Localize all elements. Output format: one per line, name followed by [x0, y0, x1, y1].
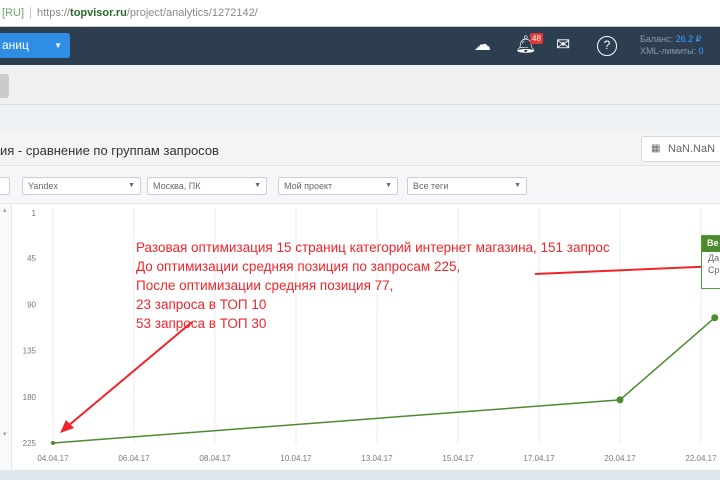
y-tick-label: 1: [32, 209, 37, 218]
annotation-line: 53 запроса в ТОП 30: [136, 316, 267, 331]
select-value: Все теги: [413, 181, 449, 191]
y-tick-label: 180: [23, 393, 37, 402]
date-picker-button[interactable]: ▦ NaN.NaN: [641, 136, 720, 162]
annotation-line: До оптимизации средняя позиция по запрос…: [136, 259, 461, 274]
pages-dropdown-button[interactable]: аниц ▼: [0, 33, 70, 58]
xml-value: 0: [698, 46, 704, 56]
weather-icon[interactable]: ☁: [474, 35, 491, 55]
data-point: [711, 314, 719, 322]
x-tick-label: 22.04.17: [685, 454, 717, 463]
address-bar[interactable]: [RU] https://topvisor.ru/project/analyti…: [0, 0, 720, 27]
url-text[interactable]: https://topvisor.ru/project/analytics/12…: [37, 7, 258, 19]
url-host: topvisor.ru: [70, 7, 127, 19]
x-tick-label: 15.04.17: [442, 454, 474, 463]
date-label: NaN.NaN: [668, 143, 716, 155]
x-tick-label: 04.04.17: [37, 454, 69, 463]
select-value: Мой проект: [284, 181, 333, 191]
subheader: [0, 65, 720, 105]
select-value: Москва, ПК: [153, 181, 201, 191]
balance-value[interactable]: 26.2 ₽: [676, 34, 702, 44]
bottom-bar: [0, 470, 720, 480]
locale-indicator: [RU]: [0, 7, 31, 19]
x-tick-label: 17.04.17: [523, 454, 555, 463]
series-line: [52, 317, 716, 444]
tooltip-line: Да: [708, 253, 720, 263]
y-tick-label: 135: [23, 347, 37, 356]
annotation-line: После оптимизации средняя позиция 77,: [136, 278, 394, 293]
tags-select[interactable]: Все теги ▼: [407, 177, 527, 195]
select-value: Yandex: [28, 181, 58, 191]
data-point: [51, 441, 55, 445]
xml-label: XML-лимиты:: [640, 46, 697, 56]
chevron-down-icon: ▼: [128, 182, 135, 189]
x-tick-label: 13.04.17: [361, 454, 393, 463]
data-point: [616, 396, 624, 404]
notification-badge: 48: [530, 33, 543, 44]
project-select[interactable]: Мой проект ▼: [278, 177, 398, 195]
search-engine-select[interactable]: Yandex ▼: [22, 177, 141, 195]
annotation-line: 23 запроса в ТОП 10: [136, 297, 267, 312]
dropdown-label: аниц: [2, 38, 29, 52]
tooltip-header: Ве: [702, 236, 720, 252]
x-tick-label: 10.04.17: [280, 454, 312, 463]
calendar-icon: ▦: [651, 143, 661, 154]
y-tick-label: 90: [27, 300, 36, 309]
page-title: ия - сравнение по группам запросов: [0, 143, 219, 158]
y-tick-label: 225: [23, 439, 37, 448]
url-scheme: https://: [37, 7, 71, 19]
annotation-text: Разовая оптимизация 15 страниц категорий…: [136, 238, 610, 333]
mail-icon[interactable]: ✉: [556, 35, 570, 55]
balance-info: Баланс: 26.2 ₽ XML-лимиты: 0: [640, 33, 704, 57]
chevron-down-icon: ▼: [385, 182, 392, 189]
chart-tooltip: Ве Да Ср: [701, 235, 720, 289]
filter-select-hidden[interactable]: [0, 177, 10, 195]
chevron-down-icon: ▼: [254, 182, 261, 189]
url-path: /project/analytics/1272142/: [126, 7, 258, 19]
help-icon[interactable]: ?: [597, 36, 617, 56]
chevron-down-icon: ▼: [54, 41, 62, 50]
annotation-arrow: [67, 321, 193, 427]
y-tick-label: 45: [27, 254, 36, 263]
chevron-down-icon: ▼: [514, 182, 521, 189]
annotation-line: Разовая оптимизация 15 страниц категорий…: [136, 240, 610, 255]
balance-label: Баланс:: [640, 34, 674, 44]
x-tick-label: 08.04.17: [199, 454, 231, 463]
region-select[interactable]: Москва, ПК ▼: [147, 177, 267, 195]
tooltip-line: Ср: [708, 265, 720, 275]
side-button[interactable]: [0, 74, 9, 98]
x-tick-label: 06.04.17: [118, 454, 150, 463]
x-tick-label: 20.04.17: [604, 454, 636, 463]
